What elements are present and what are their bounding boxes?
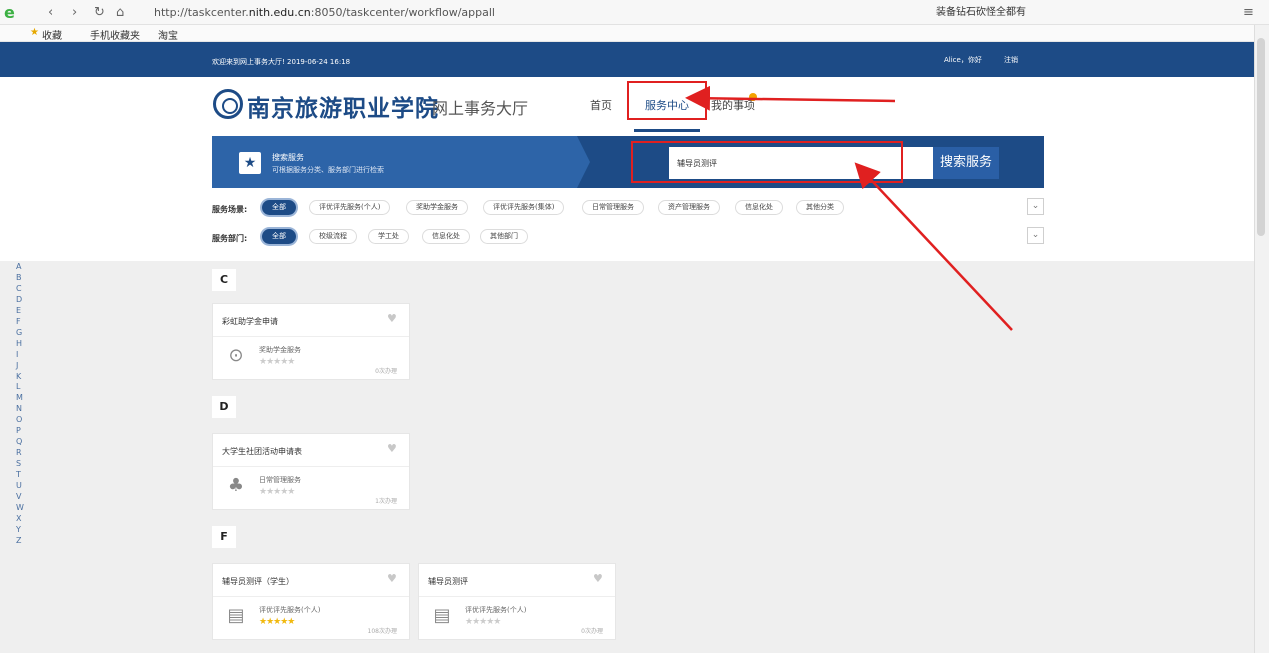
- service-category-icon: ♣: [227, 475, 245, 496]
- back-icon[interactable]: ‹: [48, 0, 53, 25]
- service-category: 评优评先服务(个人): [259, 606, 321, 614]
- service-category: 日常管理服务: [259, 476, 301, 484]
- dept-filter-chip[interactable]: 校级流程: [309, 229, 357, 244]
- user-greeting[interactable]: Alice，你好: [944, 55, 982, 65]
- service-category-icon: ⊙: [228, 345, 244, 366]
- service-title[interactable]: 彩虹助学金申请: [222, 316, 278, 327]
- dept-filter-chip[interactable]: 其他部门: [480, 229, 528, 244]
- welcome-text: 欢迎来到网上事务大厅! 2019-06-24 16:18: [212, 58, 351, 66]
- service-card[interactable]: 辅导员测评 ♥ ▤ 评优评先服务(个人) ★★★★★ 0次办理: [418, 563, 616, 640]
- browser-search-text[interactable]: 装备钻石砍怪全都有: [936, 0, 1026, 25]
- dept-filter-label: 服务部门:: [212, 234, 248, 243]
- notification-badge: [749, 93, 757, 101]
- bookmark-taobao[interactable]: 淘宝: [158, 27, 178, 42]
- scene-filter-label: 服务场景:: [212, 205, 248, 214]
- browser-toolbar: e ‹ › ↻ ⌂ http://taskcenter.nith.edu.cn:…: [0, 0, 1269, 25]
- service-title[interactable]: 辅导员测评（学生）: [222, 576, 294, 587]
- nav-service-center[interactable]: 服务中心: [645, 97, 689, 113]
- usage-count: 0次办理: [581, 628, 603, 635]
- heart-icon[interactable]: ♥: [387, 442, 397, 455]
- service-category: 奖助学金服务: [259, 346, 301, 354]
- address-bar[interactable]: http://taskcenter.nith.edu.cn:8050/taskc…: [154, 0, 495, 25]
- expand-dept-icon[interactable]: ⌄: [1027, 227, 1044, 244]
- menu-icon[interactable]: ≡: [1243, 0, 1254, 25]
- browser-logo-icon: e: [4, 3, 15, 22]
- dept-filter-chip[interactable]: 学工处: [368, 229, 409, 244]
- service-card[interactable]: 大学生社团活动申请表 ♥ ♣ 日常管理服务 ★★★★★ 1次办理: [212, 433, 410, 510]
- scrollbar-thumb[interactable]: [1257, 38, 1265, 236]
- service-card[interactable]: 彩虹助学金申请 ♥ ⊙ 奖助学金服务 ★★★★★ 0次办理: [212, 303, 410, 380]
- search-service-icon: ★: [239, 152, 261, 174]
- usage-count: 108次办理: [367, 628, 397, 635]
- scene-filter-chip[interactable]: 评优评先服务(集体): [483, 200, 565, 215]
- rating-stars: ★★★★★: [259, 487, 295, 497]
- service-card[interactable]: 辅导员测评（学生） ♥ ▤ 评优评先服务(个人) ★★★★★ 108次办理: [212, 563, 410, 640]
- scene-filter-chip[interactable]: 奖助学金服务: [406, 200, 468, 215]
- service-category-icon: ▤: [433, 605, 451, 626]
- search-band-label-area: [212, 136, 590, 188]
- section-letter: F: [212, 526, 236, 548]
- heart-icon[interactable]: ♥: [387, 312, 397, 325]
- search-title: 搜索服务: [272, 153, 304, 162]
- heart-icon[interactable]: ♥: [593, 572, 603, 585]
- scene-filter-chip[interactable]: 其他分类: [796, 200, 844, 215]
- school-name: 南京旅游职业学院: [247, 95, 439, 122]
- hall-name: 网上事务大厅: [432, 99, 529, 118]
- rating-stars: ★★★★★: [259, 357, 295, 367]
- service-category-icon: ▤: [227, 605, 245, 626]
- bookmark-mobile[interactable]: 手机收藏夹: [90, 27, 140, 42]
- home-icon[interactable]: ⌂: [116, 0, 124, 25]
- dept-filter-chip[interactable]: 全部: [262, 229, 296, 244]
- section-letter: C: [212, 269, 236, 291]
- rating-stars: ★★★★★: [465, 617, 501, 627]
- section-letter: D: [212, 396, 236, 418]
- card-divider: [213, 466, 409, 467]
- reload-icon[interactable]: ↻: [94, 0, 105, 25]
- usage-count: 0次办理: [375, 368, 397, 375]
- scene-filter-chip[interactable]: 资产管理服务: [658, 200, 720, 215]
- scene-filter-chip[interactable]: 全部: [262, 200, 296, 215]
- usage-count: 1次办理: [375, 498, 397, 505]
- alphabet-index[interactable]: A B C D E F G H I J K L M N O P Q R S T …: [16, 262, 24, 547]
- scene-filter-chip[interactable]: 日常管理服务: [582, 200, 644, 215]
- service-category: 评优评先服务(个人): [465, 606, 527, 614]
- service-title[interactable]: 辅导员测评: [428, 576, 468, 587]
- scene-filter-chip[interactable]: 信息化处: [735, 200, 783, 215]
- bookmark-favorites[interactable]: 收藏: [42, 27, 62, 42]
- rating-stars: ★★★★★: [259, 617, 295, 627]
- nav-active-indicator: [634, 129, 700, 132]
- school-emblem-icon: [213, 89, 243, 119]
- card-divider: [213, 336, 409, 337]
- card-divider: [419, 596, 615, 597]
- star-icon: ★: [30, 27, 39, 38]
- search-subtitle: 可根据服务分类、服务部门进行检索: [272, 166, 384, 174]
- search-button[interactable]: 搜索服务: [933, 147, 999, 179]
- top-header: [0, 42, 1254, 77]
- search-input[interactable]: [669, 147, 934, 179]
- expand-scene-icon[interactable]: ⌄: [1027, 198, 1044, 215]
- heart-icon[interactable]: ♥: [387, 572, 397, 585]
- nav-home[interactable]: 首页: [590, 97, 612, 113]
- logout-link[interactable]: 注销: [1004, 55, 1018, 65]
- card-divider: [213, 596, 409, 597]
- service-title[interactable]: 大学生社团活动申请表: [222, 446, 302, 457]
- scene-filter-chip[interactable]: 评优评先服务(个人): [309, 200, 391, 215]
- dept-filter-chip[interactable]: 信息化处: [422, 229, 470, 244]
- forward-icon[interactable]: ›: [72, 0, 77, 25]
- nav-my-items[interactable]: 我的事项: [711, 97, 755, 113]
- bookmarks-bar: ★ 收藏 手机收藏夹 淘宝: [0, 25, 1269, 42]
